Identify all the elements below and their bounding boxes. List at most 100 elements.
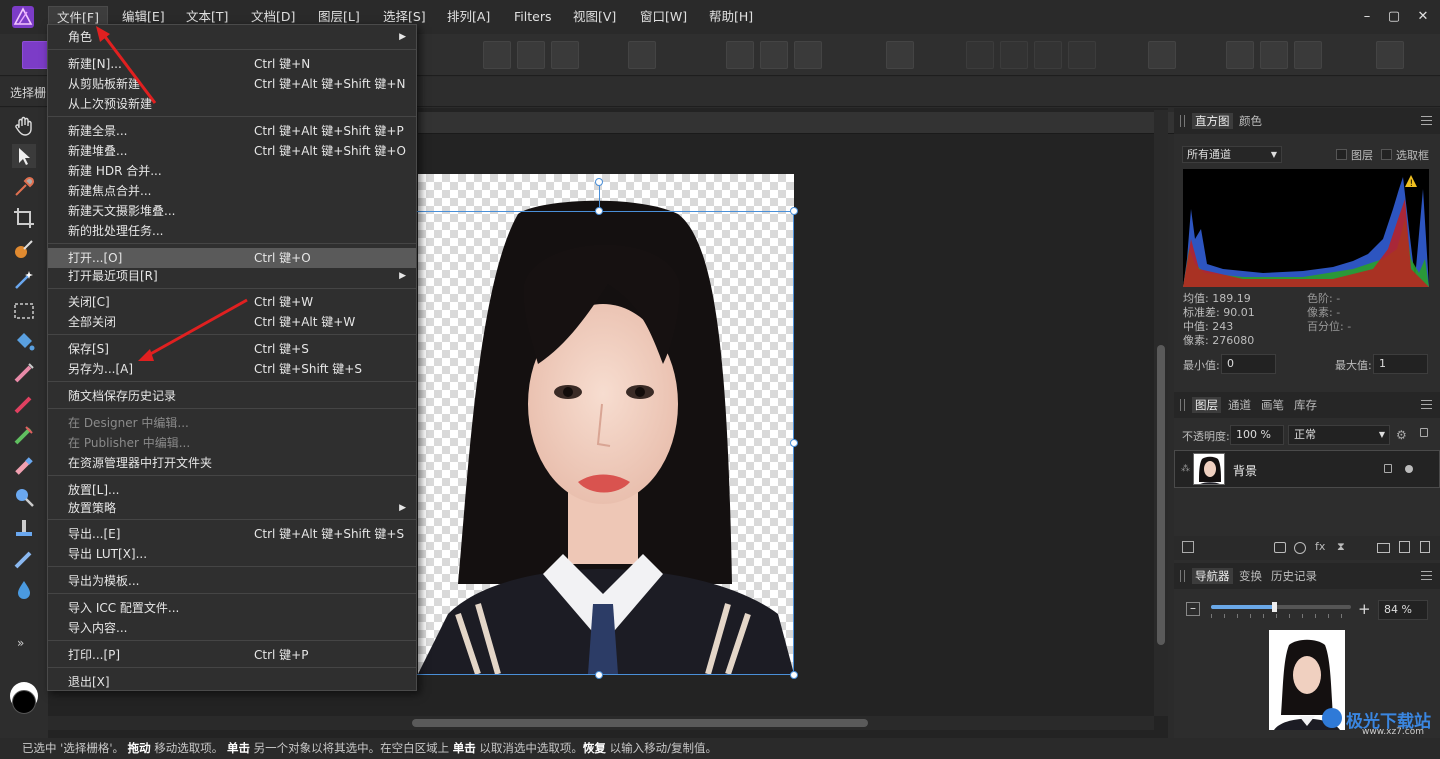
menu-item-export[interactable]: 导出...[E] Ctrl 键+Alt 键+Shift 键+S — [48, 524, 416, 544]
layers-menu-icon[interactable] — [1421, 400, 1432, 409]
tab-stock[interactable]: 库存 — [1291, 397, 1320, 413]
vertical-scrollbar[interactable] — [1154, 110, 1168, 716]
close-icon[interactable]: ✕ — [1414, 8, 1432, 26]
histogram-menu-icon[interactable] — [1421, 116, 1432, 125]
menu-filters[interactable]: Filters — [506, 6, 559, 28]
affinity-photo-logo-icon[interactable] — [12, 6, 34, 28]
layer-row-background[interactable]: ⁂ 背景 — [1174, 450, 1440, 488]
flood-select-icon[interactable] — [12, 268, 36, 292]
selection-bounding-box[interactable] — [406, 211, 794, 675]
arrange-front-icon[interactable] — [1068, 41, 1096, 69]
assistant-icon[interactable] — [886, 41, 914, 69]
trash-icon[interactable] — [1420, 541, 1430, 553]
menu-item-save[interactable]: 保存[S] Ctrl 键+S — [48, 339, 416, 359]
menu-item-close-all[interactable]: 全部关闭 Ctrl 键+Alt 键+W — [48, 312, 416, 332]
boolean-add-icon[interactable] — [1226, 41, 1254, 69]
minimize-icon[interactable]: – — [1358, 8, 1376, 26]
maximize-icon[interactable]: ▢ — [1385, 8, 1403, 26]
menu-item-new-hdr-merge[interactable]: 新建 HDR 合并... — [48, 161, 416, 181]
menu-item-import-content[interactable]: 导入内容... — [48, 618, 416, 638]
snapping-icon[interactable] — [726, 41, 754, 69]
invert-selection-icon[interactable] — [551, 41, 579, 69]
menu-item-save-as[interactable]: 另存为...[A] Ctrl 键+Shift 键+S — [48, 359, 416, 379]
menu-item-persona[interactable]: 角色 ▶ — [48, 27, 416, 47]
layer-options-icon[interactable] — [1182, 541, 1194, 553]
rectangle-marquee-icon[interactable] — [12, 299, 36, 323]
clip-canvas-icon[interactable] — [760, 41, 788, 69]
menu-item-new-batch-job[interactable]: 新的批处理任务... — [48, 221, 416, 241]
menu-arrange[interactable]: 排列[A] — [439, 6, 498, 28]
paint-brush-icon[interactable] — [12, 361, 36, 385]
layer-lock-icon[interactable] — [1384, 464, 1392, 473]
arrange-forward-icon[interactable] — [1034, 41, 1062, 69]
layer-checkbox[interactable] — [1336, 149, 1347, 160]
fill-layer-icon[interactable]: ⧗ — [1337, 540, 1345, 554]
menu-item-edit-in-designer[interactable]: 在 Designer 中编辑... — [48, 413, 416, 433]
horizontal-scrollbar[interactable] — [48, 716, 1154, 730]
menu-item-open-recent[interactable]: 打开最近项目[R] ▶ — [48, 266, 416, 286]
menu-window[interactable]: 窗口[W] — [632, 6, 695, 28]
account-icon[interactable] — [1376, 41, 1404, 69]
move-tool-icon[interactable] — [12, 144, 36, 168]
mask-layer-icon[interactable] — [1274, 542, 1286, 553]
healing-brush-icon[interactable] — [12, 547, 36, 571]
blend-mode-select[interactable]: 正常 ▼ — [1288, 425, 1390, 445]
blur-brush-icon[interactable] — [12, 578, 36, 602]
live-filter-icon[interactable]: fx — [1315, 540, 1325, 553]
menu-item-new-stack[interactable]: 新建堆叠... Ctrl 键+Alt 键+Shift 键+O — [48, 141, 416, 161]
menu-item-new-from-last-preset[interactable]: 从上次预设新建 — [48, 94, 416, 114]
crop-tool-icon[interactable] — [12, 206, 36, 230]
marquee-checkbox[interactable] — [1381, 149, 1392, 160]
drag-grip-icon[interactable]: ⁂ — [1181, 464, 1190, 474]
erase-brush-icon[interactable] — [12, 454, 36, 478]
menu-item-open-in-explorer[interactable]: 在资源管理器中打开文件夹 — [48, 453, 416, 473]
tab-history[interactable]: 历史记录 — [1268, 568, 1320, 584]
layer-visibility-icon[interactable] — [1405, 465, 1413, 473]
menu-item-close[interactable]: 关闭[C] Ctrl 键+W — [48, 292, 416, 312]
tab-color[interactable]: 颜色 — [1236, 113, 1265, 129]
handle-bottom-right[interactable] — [790, 671, 798, 679]
more-tools-icon[interactable]: » — [17, 636, 24, 650]
add-pixel-layer-icon[interactable] — [1399, 541, 1410, 553]
boolean-intersect-icon[interactable] — [1294, 41, 1322, 69]
arrange-backward-icon[interactable] — [1000, 41, 1028, 69]
secondary-color-swatch[interactable] — [12, 690, 36, 714]
hand-tool-icon[interactable] — [12, 114, 36, 138]
selection-brush-icon[interactable] — [12, 237, 36, 261]
menu-item-placement-policy[interactable]: 放置策略 ▶ — [48, 498, 416, 518]
zoom-slider-track[interactable] — [1211, 605, 1351, 609]
color-replacement-icon[interactable] — [12, 423, 36, 447]
tab-histogram[interactable]: 直方图 — [1192, 113, 1233, 129]
color-picker-icon[interactable] — [12, 175, 36, 199]
zoom-slider-knob[interactable] — [1272, 602, 1277, 612]
magnet-icon[interactable] — [794, 41, 822, 69]
tab-brushes[interactable]: 画笔 — [1258, 397, 1287, 413]
menu-item-new-focus-merge[interactable]: 新建焦点合并... — [48, 181, 416, 201]
lock-icon[interactable] — [1420, 428, 1428, 437]
menu-item-save-history[interactable]: 随文档保存历史记录 — [48, 386, 416, 406]
tab-channels[interactable]: 通道 — [1225, 397, 1254, 413]
menu-item-open[interactable]: 打开...[O] Ctrl 键+O — [48, 248, 416, 268]
menu-view[interactable]: 视图[V] — [565, 6, 624, 28]
menu-item-new-astro-stack[interactable]: 新建天文摄影堆叠... — [48, 201, 416, 221]
clone-stamp-icon[interactable] — [12, 516, 36, 540]
menu-item-quit[interactable]: 退出[X] — [48, 672, 416, 692]
brush-tool-icon[interactable] — [12, 392, 36, 416]
menu-item-export-template[interactable]: 导出为模板... — [48, 571, 416, 591]
navigator-menu-icon[interactable] — [1421, 571, 1432, 580]
deselect-icon[interactable] — [517, 41, 545, 69]
handle-bottom[interactable] — [595, 671, 603, 679]
folder-icon[interactable] — [1377, 543, 1390, 553]
gear-icon[interactable]: ⚙ — [1396, 428, 1407, 442]
menu-item-new-panorama[interactable]: 新建全景... Ctrl 键+Alt 键+Shift 键+P — [48, 121, 416, 141]
document-tab[interactable]: ✕ — [418, 112, 1208, 134]
menu-item-place[interactable]: 放置[L]... — [48, 480, 416, 500]
vertical-scroll-thumb[interactable] — [1157, 345, 1165, 645]
marquee-all-icon[interactable] — [483, 41, 511, 69]
rotate-handle[interactable] — [595, 178, 603, 186]
arrange-back-icon[interactable] — [966, 41, 994, 69]
boolean-subtract-icon[interactable] — [1260, 41, 1288, 69]
horizontal-scroll-thumb[interactable] — [412, 719, 868, 727]
handle-right[interactable] — [790, 439, 798, 447]
handle-top-right[interactable] — [790, 207, 798, 215]
